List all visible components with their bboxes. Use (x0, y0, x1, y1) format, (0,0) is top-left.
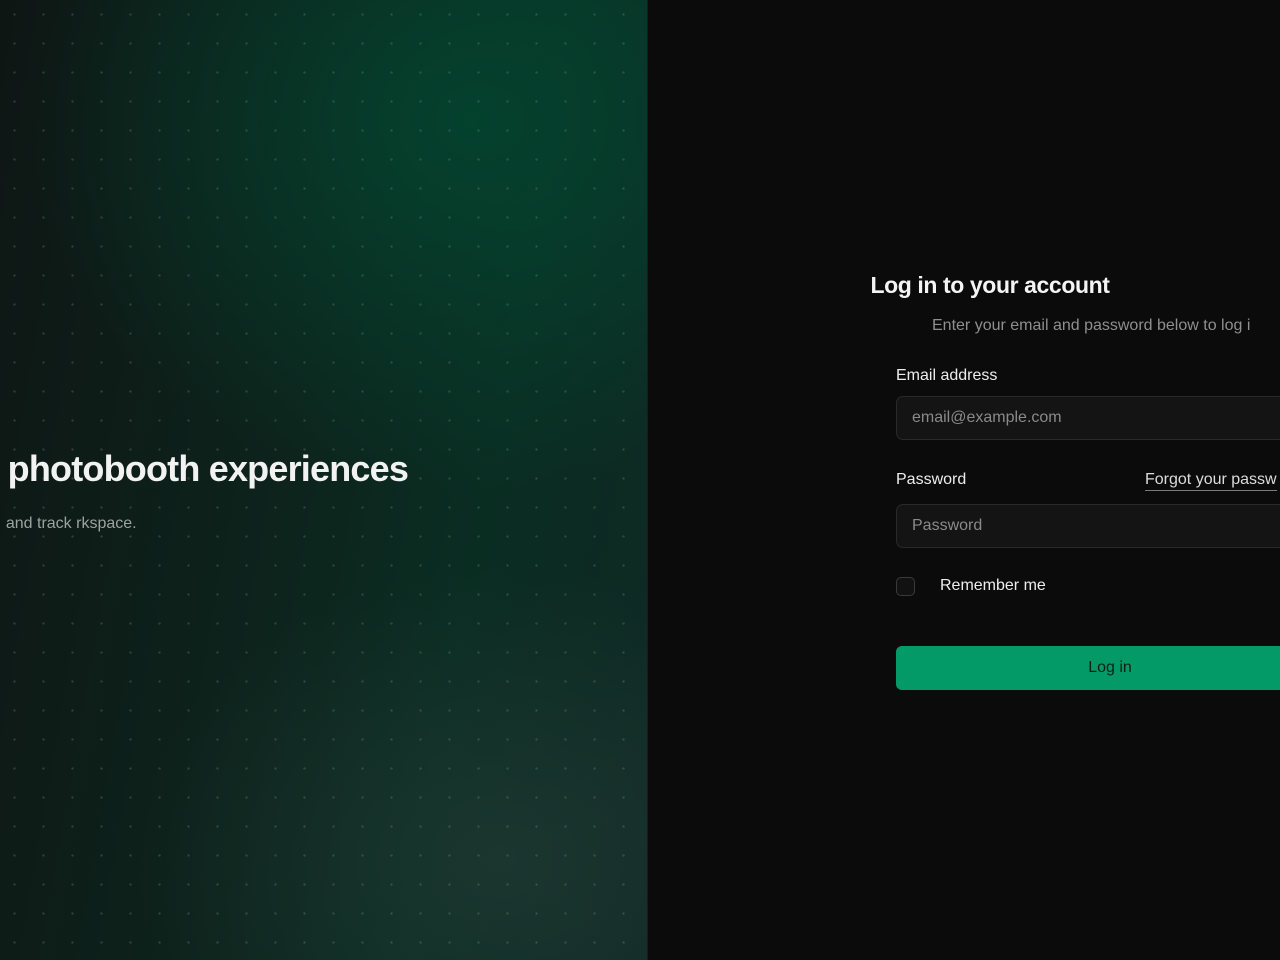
hero-title: ettable photobooth experiences (0, 448, 409, 489)
login-page: ettable photobooth experiences anage you… (0, 0, 1280, 960)
login-button[interactable]: Log in (896, 646, 1280, 690)
forgot-password-link[interactable]: Forgot your passw (1145, 471, 1277, 491)
password-field[interactable] (896, 504, 1280, 548)
login-button-label: Log in (1088, 659, 1132, 676)
hero-panel: ettable photobooth experiences anage you… (0, 0, 647, 960)
email-field[interactable] (896, 396, 1280, 440)
login-subtitle: Enter your email and password below to l… (932, 317, 1251, 334)
remember-me-label[interactable]: Remember me (940, 577, 1046, 595)
hero-subtitle: anage your themes, and track rkspace. (0, 515, 137, 532)
remember-me-checkbox[interactable] (896, 577, 915, 596)
login-panel: Log in to your account Enter your email … (648, 0, 1280, 960)
email-label: Email address (896, 367, 998, 384)
password-label: Password (896, 471, 967, 488)
login-title: Log in to your account (870, 272, 1110, 298)
